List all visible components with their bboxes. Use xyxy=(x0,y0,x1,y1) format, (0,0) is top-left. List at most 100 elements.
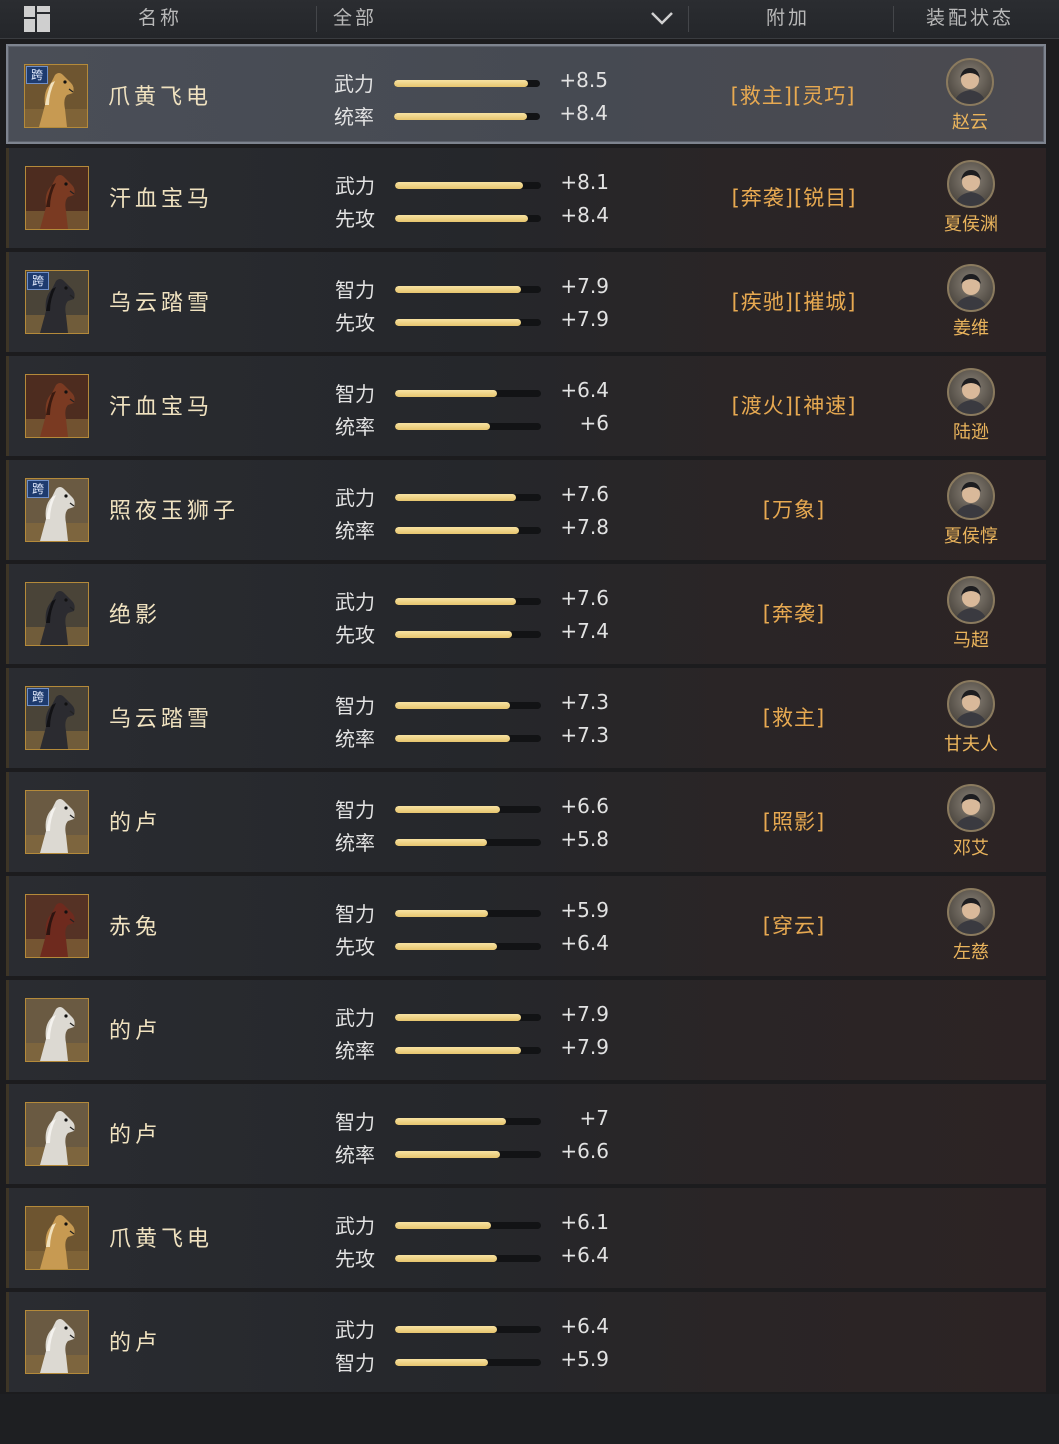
horse-name: 的卢 xyxy=(109,1331,162,1356)
horse-name: 乌云踏雪 xyxy=(109,291,214,316)
stat-bar xyxy=(395,631,541,638)
stat-bar-fill xyxy=(395,494,517,501)
stat-bar-fill xyxy=(395,390,498,397)
horse-portrait xyxy=(25,998,89,1062)
stat-value: +6.6 xyxy=(560,1139,609,1163)
horse-portrait: 跨 xyxy=(25,686,89,750)
horse-row[interactable]: 跨乌云踏雪 智力 +7.9 先攻 +7.9 [疾驰][摧城] 姜维 xyxy=(6,252,1046,352)
horse-name: 爪黄飞电 xyxy=(109,1227,214,1252)
horse-row[interactable]: 的卢 武力 +6.4 智力 +5.9 xyxy=(6,1292,1046,1392)
horse-portrait xyxy=(25,166,89,230)
stat-bar-fill xyxy=(395,598,517,605)
stat-bar xyxy=(395,182,541,189)
column-name-header[interactable]: 名称 xyxy=(138,0,182,38)
stat-label: 智力 xyxy=(335,278,375,302)
stat-label: 武力 xyxy=(335,1318,375,1342)
column-extra-header: 附加 xyxy=(766,7,811,29)
stat-bar xyxy=(395,598,541,605)
stat-value: +8.4 xyxy=(560,203,609,227)
cross-server-badge: 跨 xyxy=(26,66,48,84)
stat-bar xyxy=(395,390,541,397)
stat-value: +7.3 xyxy=(560,690,609,714)
horse-portrait: 跨 xyxy=(24,64,88,128)
stat-bar-fill xyxy=(395,631,512,638)
layout-toggle-icon[interactable] xyxy=(24,6,50,32)
general-avatar[interactable] xyxy=(947,160,995,208)
stat-value: +6 xyxy=(579,411,609,435)
chevron-down-icon[interactable] xyxy=(648,8,676,28)
horse-row[interactable]: 的卢 智力 +6.6 统率 +5.8 [照影] 邓艾 xyxy=(6,772,1046,872)
stat-label: 武力 xyxy=(335,1006,375,1030)
stat-value: +7.8 xyxy=(560,515,609,539)
column-status-header: 装配状态 xyxy=(926,7,1015,29)
general-avatar[interactable] xyxy=(947,784,995,832)
stat-label: 统率 xyxy=(335,831,375,855)
equipped-general-name: 夏侯渊 xyxy=(944,214,998,235)
equipped-general-name: 赵云 xyxy=(952,112,988,133)
stat-bar-fill xyxy=(395,806,501,813)
stat-label: 智力 xyxy=(335,382,375,406)
horse-row[interactable]: 汗血宝马 智力 +6.4 统率 +6 [渡火][神速] 陆逊 xyxy=(6,356,1046,456)
horse-row[interactable]: 的卢 智力 +7 统率 +6.6 xyxy=(6,1084,1046,1184)
stat-value: +7.9 xyxy=(560,307,609,331)
stat-label: 先攻 xyxy=(335,311,375,335)
stat-label: 先攻 xyxy=(335,935,375,959)
stat-bar xyxy=(395,910,541,917)
stat-label: 先攻 xyxy=(335,1247,375,1271)
stat-bar xyxy=(395,943,541,950)
stat-value: +6.1 xyxy=(560,1210,609,1234)
horse-row[interactable]: 跨乌云踏雪 智力 +7.3 统率 +7.3 [救主] 甘夫人 xyxy=(6,668,1046,768)
cross-server-badge: 跨 xyxy=(27,272,49,290)
horse-name: 照夜玉狮子 xyxy=(109,499,240,524)
stat-bar-fill xyxy=(394,113,527,120)
stat-bar-fill xyxy=(395,1047,521,1054)
equipped-general-name: 邓艾 xyxy=(953,838,989,859)
horse-row[interactable]: 绝影 武力 +7.6 先攻 +7.4 [奔袭] 马超 xyxy=(6,564,1046,664)
stat-bar-fill xyxy=(395,943,498,950)
horse-row[interactable]: 的卢 武力 +7.9 统率 +7.9 xyxy=(6,980,1046,1080)
stat-bar-fill xyxy=(395,1014,521,1021)
horse-row[interactable]: 跨爪黄飞电 武力 +8.5 统率 +8.4 [救主][灵巧] 赵云 xyxy=(6,44,1046,144)
stat-label: 智力 xyxy=(335,1351,375,1375)
bonus-skills: [奔袭][锐目] xyxy=(731,186,857,210)
horse-row[interactable]: 汗血宝马 武力 +8.1 先攻 +8.4 [奔袭][锐目] 夏侯渊 xyxy=(6,148,1046,248)
stat-label: 统率 xyxy=(335,415,375,439)
bonus-skills: [渡火][神速] xyxy=(731,394,857,418)
general-avatar[interactable] xyxy=(947,680,995,728)
general-avatar[interactable] xyxy=(947,576,995,624)
bonus-skills: [穿云] xyxy=(762,914,826,938)
stat-bar xyxy=(394,80,540,87)
horse-portrait: 跨 xyxy=(25,270,89,334)
stat-value: +8.1 xyxy=(560,170,609,194)
general-avatar[interactable] xyxy=(947,472,995,520)
stat-bar xyxy=(395,806,541,813)
bonus-skills: [照影] xyxy=(762,810,826,834)
horse-name: 乌云踏雪 xyxy=(109,707,214,732)
general-avatar[interactable] xyxy=(946,58,994,106)
stat-bar-fill xyxy=(395,527,520,534)
stat-label: 先攻 xyxy=(335,623,375,647)
stat-value: +7.3 xyxy=(560,723,609,747)
bonus-skills: [万象] xyxy=(762,498,826,522)
stat-label: 武力 xyxy=(335,174,375,198)
general-avatar[interactable] xyxy=(947,368,995,416)
horse-row[interactable]: 赤兔 智力 +5.9 先攻 +6.4 [穿云] 左慈 xyxy=(6,876,1046,976)
horse-portrait xyxy=(25,1206,89,1270)
bonus-skills: [奔袭] xyxy=(762,602,826,626)
stat-value: +8.4 xyxy=(559,101,608,125)
stat-bar-fill xyxy=(395,319,521,326)
general-avatar[interactable] xyxy=(947,888,995,936)
stat-bar-fill xyxy=(394,80,529,87)
cross-server-badge: 跨 xyxy=(27,480,49,498)
general-avatar[interactable] xyxy=(947,264,995,312)
bonus-skills: [救主][灵巧] xyxy=(730,84,856,108)
stat-bar xyxy=(395,735,541,742)
stat-bar-fill xyxy=(395,735,511,742)
filter-dropdown-label[interactable]: 全部 xyxy=(333,0,377,38)
stat-bar-fill xyxy=(395,1255,498,1262)
horse-name: 赤兔 xyxy=(109,915,162,940)
horse-row[interactable]: 跨照夜玉狮子 武力 +7.6 统率 +7.8 [万象] 夏侯惇 xyxy=(6,460,1046,560)
horse-row[interactable]: 爪黄飞电 武力 +6.1 先攻 +6.4 xyxy=(6,1188,1046,1288)
horse-name: 汗血宝马 xyxy=(109,187,214,212)
horse-portrait: 跨 xyxy=(25,478,89,542)
